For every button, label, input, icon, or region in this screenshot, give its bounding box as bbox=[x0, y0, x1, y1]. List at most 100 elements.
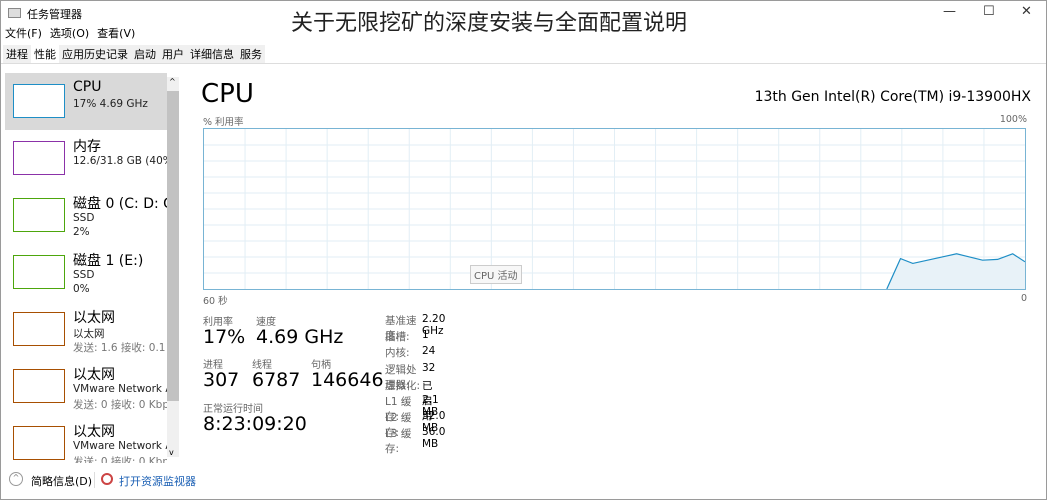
title-bar: 任务管理器 关于无限挖矿的深度安装与全面配置说明 — ☐ ✕ bbox=[1, 1, 1046, 36]
window-title: 任务管理器 bbox=[27, 8, 82, 21]
sidebar-item[interactable]: 以太网 VMware Network A 发送: 0 接收: 0 Kbp bbox=[5, 358, 167, 415]
sidebar-item[interactable]: 以太网 以太网 发送: 1.6 接收: 0.1 I bbox=[5, 301, 167, 358]
sidebar-item-detail: 以太网 bbox=[73, 328, 105, 340]
minimize-button[interactable]: — bbox=[943, 4, 956, 19]
handles-value: 146646 bbox=[311, 369, 384, 391]
caption-overlay: 关于无限挖矿的深度安装与全面配置说明 bbox=[291, 11, 688, 36]
sidebar-item-detail2: 0% bbox=[73, 283, 90, 295]
brief-info-button[interactable]: 简略信息(D) bbox=[31, 473, 92, 489]
threads-value: 6787 bbox=[252, 369, 301, 391]
chart-tooltip: CPU 活动 bbox=[470, 265, 522, 284]
spec-key: L3 缓存: bbox=[385, 428, 412, 456]
task-manager-icon bbox=[8, 8, 21, 18]
resource-monitor-icon bbox=[101, 473, 113, 485]
sidebar-item-detail: 12.6/31.8 GB (40%) bbox=[73, 155, 167, 167]
sidebar-item[interactable]: 内存 12.6/31.8 GB (40%) bbox=[5, 130, 167, 187]
spec-value: 32 bbox=[422, 361, 436, 374]
mini-graph bbox=[13, 255, 65, 289]
processes-value: 307 bbox=[203, 369, 240, 391]
chevron-up-icon[interactable]: ^ bbox=[9, 472, 23, 486]
menu-options[interactable]: 选项(O) bbox=[50, 25, 89, 41]
menu-view[interactable]: 查看(V) bbox=[97, 25, 135, 41]
x-right-label: 0 bbox=[1020, 293, 1027, 304]
cpu-model: 13th Gen Intel(R) Core(TM) i9-13900HX bbox=[754, 89, 1031, 105]
resource-list: CPU 17% 4.69 GHz 内存 12.6/31.8 GB (40%) 磁… bbox=[5, 73, 167, 463]
sidebar-item-detail: 17% 4.69 GHz bbox=[73, 98, 148, 110]
sidebar-item-name: 以太网 bbox=[73, 310, 115, 326]
sidebar-item-name: 磁盘 1 (E:) bbox=[73, 253, 144, 269]
spec-key: 插槽: bbox=[385, 331, 410, 344]
x-left-label: 60 秒 bbox=[203, 296, 228, 307]
tab-performance[interactable]: 性能 bbox=[31, 45, 59, 63]
sidebar-item[interactable]: 以太网 VMware Network A 发送: 0 接收: 0 Kbp bbox=[5, 415, 167, 463]
cpu-chart-svg bbox=[204, 129, 1026, 290]
tab-bar: 进程 性能 应用历史记录 启动 用户 详细信息 服务 bbox=[3, 45, 265, 63]
spec-row: 插槽: 1 bbox=[385, 329, 429, 345]
spec-key: 虚拟化: bbox=[385, 379, 421, 392]
sidebar-item-detail: SSD bbox=[73, 269, 95, 281]
sidebar-item-name: 内存 bbox=[73, 139, 101, 155]
mini-graph bbox=[13, 141, 65, 175]
sidebar-item[interactable]: CPU 17% 4.69 GHz bbox=[5, 73, 167, 130]
scroll-up-icon[interactable]: ^ bbox=[169, 77, 176, 86]
scroll-thumb[interactable] bbox=[167, 91, 179, 401]
spec-key: 内核: bbox=[385, 347, 410, 360]
sidebar-item-name: CPU bbox=[73, 79, 102, 95]
speed-value: 4.69 GHz bbox=[256, 326, 344, 348]
utilization-value: 17% bbox=[203, 326, 246, 348]
spec-row: 虚拟化: 已启用 bbox=[385, 378, 433, 422]
sidebar-item-name: 磁盘 0 (C: D: G bbox=[73, 196, 167, 212]
spec-table: 基准速度: 2.20 GHz 插槽: 1 内核: 24 逻辑处理器: 32 虚拟化: 已启用 L1 … bbox=[385, 313, 445, 456]
spec-key: 基准速度: bbox=[385, 315, 417, 342]
tab-details[interactable]: 详细信息 bbox=[187, 45, 237, 63]
menu-bar: 文件(F) 选项(O) 查看(V) bbox=[5, 25, 135, 41]
mini-graph bbox=[13, 426, 65, 460]
sidebar-item-detail2: 2% bbox=[73, 226, 90, 238]
spec-row: L2 缓存: 32.0 MB bbox=[385, 410, 445, 440]
cpu-chart bbox=[203, 128, 1026, 290]
spec-key: 逻辑处理器: bbox=[385, 363, 417, 391]
y-axis-label: % 利用率 bbox=[203, 117, 244, 128]
spec-row: 内核: 24 bbox=[385, 345, 435, 361]
mini-graph bbox=[13, 369, 65, 403]
sidebar-item-name: 以太网 bbox=[73, 367, 115, 383]
open-resource-monitor-link[interactable]: 打开资源监视器 bbox=[119, 473, 196, 489]
divider bbox=[94, 472, 95, 488]
sidebar-item[interactable]: 磁盘 0 (C: D: G SSD 2% bbox=[5, 187, 167, 244]
sidebar-item-detail: VMware Network A bbox=[73, 383, 167, 395]
close-button[interactable]: ✕ bbox=[1021, 4, 1032, 19]
tab-services[interactable]: 服务 bbox=[237, 45, 265, 63]
spec-key: L2 缓存: bbox=[385, 412, 412, 440]
sidebar-item[interactable]: 磁盘 1 (E:) SSD 0% bbox=[5, 244, 167, 301]
spec-value: 24 bbox=[422, 345, 436, 358]
page-title: CPU bbox=[201, 79, 254, 109]
cpu-area bbox=[886, 253, 1025, 289]
scroll-down-icon[interactable]: v bbox=[169, 448, 174, 457]
divider bbox=[1, 63, 1046, 64]
tab-processes[interactable]: 进程 bbox=[3, 45, 31, 63]
mini-graph bbox=[13, 312, 65, 346]
uptime-value: 8:23:09:20 bbox=[203, 413, 307, 435]
spec-row: L1 缓存: 2.1 MB bbox=[385, 394, 439, 423]
sidebar-item-name: 以太网 bbox=[73, 424, 115, 440]
tab-app-history[interactable]: 应用历史记录 bbox=[59, 45, 131, 63]
tab-users[interactable]: 用户 bbox=[159, 45, 187, 63]
y-max-label: 100% bbox=[999, 114, 1027, 125]
tab-startup[interactable]: 启动 bbox=[131, 45, 159, 63]
spec-value: 36.0 MB bbox=[422, 426, 446, 451]
sidebar-scrollbar[interactable]: ^ v bbox=[167, 77, 179, 457]
spec-key: L1 缓存: bbox=[385, 395, 412, 423]
mini-graph bbox=[13, 198, 65, 232]
spec-row: 逻辑处理器: 32 bbox=[385, 362, 435, 391]
sidebar-item-detail: VMware Network A bbox=[73, 440, 167, 452]
sidebar-item-detail2: 发送: 0 接收: 0 Kbp bbox=[73, 456, 167, 463]
sidebar-item-detail: SSD bbox=[73, 212, 95, 224]
sidebar-item-detail2: 发送: 0 接收: 0 Kbp bbox=[73, 399, 167, 411]
spec-row: 基准速度: 2.20 GHz bbox=[385, 313, 445, 342]
maximize-button[interactable]: ☐ bbox=[983, 4, 995, 19]
mini-graph bbox=[13, 84, 65, 118]
sidebar-item-detail2: 发送: 1.6 接收: 0.1 I bbox=[73, 342, 167, 354]
footer: ^ 简略信息(D) 打开资源监视器 bbox=[1, 469, 1046, 493]
menu-file[interactable]: 文件(F) bbox=[5, 25, 42, 41]
spec-value: 1 bbox=[422, 329, 429, 342]
